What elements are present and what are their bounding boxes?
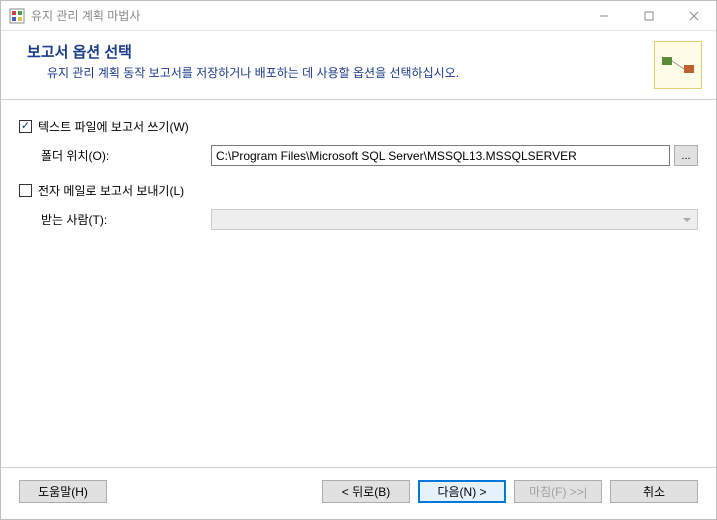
- app-icon: [9, 8, 25, 24]
- page-title: 보고서 옵션 선택: [27, 41, 644, 62]
- minimize-button[interactable]: [581, 1, 626, 30]
- page-subtitle: 유지 관리 계획 동작 보고서를 저장하거나 배포하는 데 사용할 옵션을 선택…: [47, 64, 644, 81]
- write-report-checkbox[interactable]: [19, 120, 32, 133]
- maximize-button[interactable]: [626, 1, 671, 30]
- browse-button[interactable]: ...: [674, 145, 698, 166]
- recipient-row: 받는 사람(T):: [41, 209, 698, 230]
- folder-path-input[interactable]: [211, 145, 670, 166]
- email-report-label[interactable]: 전자 메일로 보고서 보내기(L): [38, 182, 184, 199]
- write-report-label[interactable]: 텍스트 파일에 보고서 쓰기(W): [38, 118, 189, 135]
- close-button[interactable]: [671, 1, 716, 30]
- write-report-row: 텍스트 파일에 보고서 쓰기(W): [19, 118, 698, 135]
- window-controls: [581, 1, 716, 30]
- chevron-down-icon: [683, 218, 691, 222]
- footer: 도움말(H) < 뒤로(B) 다음(N) > 마침(F) >>| 취소: [1, 467, 716, 519]
- titlebar: 유지 관리 계획 마법사: [1, 1, 716, 31]
- recipient-label: 받는 사람(T):: [41, 211, 211, 228]
- finish-button: 마침(F) >>|: [514, 480, 602, 503]
- content-area: 텍스트 파일에 보고서 쓰기(W) 폴더 위치(O): ... 전자 메일로 보…: [1, 100, 716, 467]
- window-title: 유지 관리 계획 마법사: [31, 7, 581, 24]
- back-button[interactable]: < 뒤로(B): [322, 480, 410, 503]
- help-button[interactable]: 도움말(H): [19, 480, 107, 503]
- next-button[interactable]: 다음(N) >: [418, 480, 506, 503]
- email-report-row: 전자 메일로 보고서 보내기(L): [19, 182, 698, 199]
- header-icon: [654, 41, 702, 89]
- recipient-combo: [211, 209, 698, 230]
- email-report-checkbox[interactable]: [19, 184, 32, 197]
- header-text: 보고서 옵션 선택 유지 관리 계획 동작 보고서를 저장하거나 배포하는 데 …: [27, 41, 644, 81]
- wizard-header: 보고서 옵션 선택 유지 관리 계획 동작 보고서를 저장하거나 배포하는 데 …: [1, 31, 716, 100]
- cancel-button[interactable]: 취소: [610, 480, 698, 503]
- wizard-window: 유지 관리 계획 마법사 보고서 옵션 선택 유지 관리 계획 동작 보고서를 …: [0, 0, 717, 520]
- folder-label: 폴더 위치(O):: [41, 147, 211, 164]
- folder-row: 폴더 위치(O): ...: [41, 145, 698, 166]
